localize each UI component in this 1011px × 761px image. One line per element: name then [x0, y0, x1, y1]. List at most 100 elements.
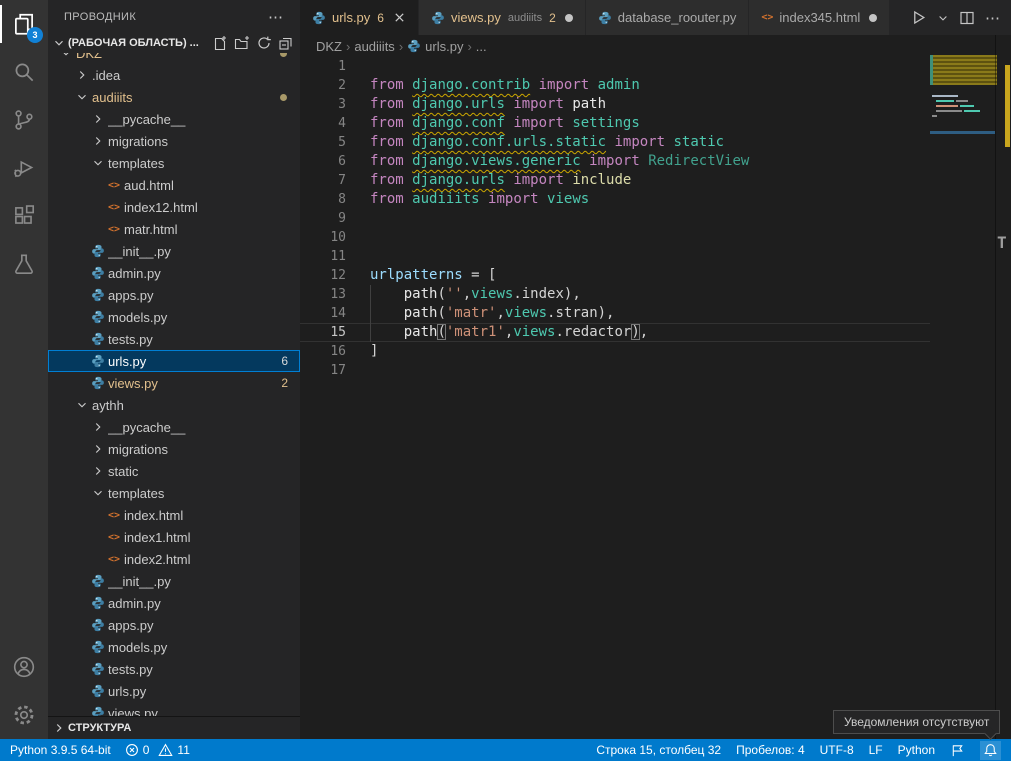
python-interpreter-item[interactable]: Python 3.9.5 64-bit [10, 743, 111, 757]
eol-item[interactable]: LF [869, 743, 883, 757]
source-control-view-button[interactable] [0, 96, 48, 144]
line-content: from django.urls import path [346, 95, 606, 114]
code-line-15[interactable]: 15 path('matr1',views.redactor), [300, 323, 930, 342]
refresh-icon[interactable] [256, 35, 272, 51]
close-icon[interactable] [393, 11, 406, 24]
code-line-17[interactable]: 17 [300, 361, 930, 380]
breadcrumb-symbol[interactable]: ... [476, 39, 487, 54]
search-view-button[interactable] [0, 48, 48, 96]
code-line-9[interactable]: 9 [300, 209, 930, 228]
line-number: 4 [300, 114, 346, 133]
tree-item-matr.html[interactable]: <>matr.html [48, 218, 300, 240]
language-mode-item[interactable]: Python [898, 743, 935, 757]
code-line-2[interactable]: 2from django.contrib import admin [300, 76, 930, 95]
tab-database_roouter.py[interactable]: database_roouter.py [586, 0, 750, 35]
code-line-1[interactable]: 1 [300, 57, 930, 76]
tree-item-views.py[interactable]: views.py2 [48, 372, 300, 394]
tree-item-admin.py[interactable]: admin.py [48, 262, 300, 284]
minimap-warning-block[interactable] [930, 55, 997, 85]
line-content: from django.conf.urls.static import stat… [346, 133, 724, 152]
tree-item-migrations[interactable]: migrations [48, 438, 300, 460]
collapse-all-icon[interactable] [278, 35, 294, 51]
code-line-5[interactable]: 5from django.conf.urls.static import sta… [300, 133, 930, 152]
code-line-11[interactable]: 11 [300, 247, 930, 266]
settings-button[interactable] [0, 691, 48, 739]
tree-item-templates[interactable]: templates [48, 152, 300, 174]
html-file-icon: <> [106, 507, 122, 523]
explorer-view-button[interactable]: 3 [0, 0, 48, 48]
tree-item-audiiits[interactable]: audiiits [48, 86, 300, 108]
tree-item-templates[interactable]: templates [48, 482, 300, 504]
tree-item-apps.py[interactable]: apps.py [48, 614, 300, 636]
code-line-10[interactable]: 10 [300, 228, 930, 247]
code-line-14[interactable]: 14 path('matr',views.stran), [300, 304, 930, 323]
code-line-4[interactable]: 4from django.conf import settings [300, 114, 930, 133]
testing-view-button[interactable] [0, 240, 48, 288]
run-dropdown-chevron-icon[interactable] [937, 12, 949, 24]
explorer-more-actions-icon[interactable]: ⋯ [268, 8, 284, 26]
tree-item-models.py[interactable]: models.py [48, 306, 300, 328]
breadcrumb-file[interactable]: urls.py [407, 39, 463, 54]
tree-item-index.html[interactable]: <>index.html [48, 504, 300, 526]
code-line-12[interactable]: 12urlpatterns = [ [300, 266, 930, 285]
tab-views.py[interactable]: views.pyaudiiits2 [419, 0, 586, 35]
tree-item-__init__.py[interactable]: __init__.py [48, 570, 300, 592]
tree-item-apps.py[interactable]: apps.py [48, 284, 300, 306]
python-file-icon [431, 11, 445, 25]
code-line-8[interactable]: 8from audiiits import views [300, 190, 930, 209]
cursor-position-item[interactable]: Строка 15, столбец 32 [596, 743, 721, 757]
split-editor-button[interactable] [959, 10, 975, 26]
tab-urls.py[interactable]: urls.py6 [300, 0, 419, 35]
tree-item-migrations[interactable]: migrations [48, 130, 300, 152]
tree-item-index1.html[interactable]: <>index1.html [48, 526, 300, 548]
notifications-bell-button[interactable] [980, 741, 1001, 760]
tree-item-DKZ[interactable]: DKZ [48, 53, 300, 64]
breadcrumb-folder[interactable]: audiiits [354, 39, 394, 54]
tab-label: views.py [451, 10, 501, 25]
breadcrumb-separator: › [399, 39, 403, 54]
minimap-line-mark [960, 105, 974, 107]
tree-item-aud.html[interactable]: <>aud.html [48, 174, 300, 196]
account-button[interactable] [0, 643, 48, 691]
tree-item-tests.py[interactable]: tests.py [48, 658, 300, 680]
tree-item-admin.py[interactable]: admin.py [48, 592, 300, 614]
tree-item-index12.html[interactable]: <>index12.html [48, 196, 300, 218]
code-line-3[interactable]: 3from django.urls import path [300, 95, 930, 114]
tree-item-__pycache__[interactable]: __pycache__ [48, 108, 300, 130]
new-folder-icon[interactable] [234, 35, 250, 51]
line-number: 13 [300, 285, 346, 304]
encoding-item[interactable]: UTF-8 [820, 743, 854, 757]
tree-item-models.py[interactable]: models.py [48, 636, 300, 658]
line-number: 11 [300, 247, 346, 266]
tree-item-index2.html[interactable]: <>index2.html [48, 548, 300, 570]
tree-item-views.py[interactable]: views.py [48, 702, 300, 717]
run-debug-view-button[interactable] [0, 144, 48, 192]
workspace-section-header[interactable]: (РАБОЧАЯ ОБЛАСТЬ) ... [48, 33, 300, 53]
tree-item-.idea[interactable]: .idea [48, 64, 300, 86]
tree-item-urls.py[interactable]: urls.py6 [48, 350, 300, 372]
tree-item-__init__.py[interactable]: __init__.py [48, 240, 300, 262]
tree-item-aythh[interactable]: aythh [48, 394, 300, 416]
code-line-6[interactable]: 6from django.views.generic import Redire… [300, 152, 930, 171]
problems-item[interactable]: 0 11 [125, 743, 190, 757]
new-file-icon[interactable] [212, 35, 228, 51]
tree-item-__pycache__[interactable]: __pycache__ [48, 416, 300, 438]
outline-section-header[interactable]: СТРУКТУРА [48, 716, 300, 739]
tree-item-static[interactable]: static [48, 460, 300, 482]
tree-item-urls.py[interactable]: urls.py [48, 680, 300, 702]
breadcrumb-folder[interactable]: DKZ [316, 39, 342, 54]
code-line-13[interactable]: 13 path('',views.index), [300, 285, 930, 304]
code-line-16[interactable]: 16] [300, 342, 930, 361]
run-python-file-button[interactable] [910, 9, 927, 26]
code-line-7[interactable]: 7from django.urls import include [300, 171, 930, 190]
tab-description: audiiits [508, 12, 542, 24]
more-actions-icon[interactable]: ⋯ [985, 9, 1001, 27]
code-editor[interactable]: 12from django.contrib import admin3from … [300, 57, 930, 380]
tree-item-label: models.py [108, 640, 300, 655]
feedback-icon[interactable] [950, 743, 965, 758]
tree-item-tests.py[interactable]: tests.py [48, 328, 300, 350]
extensions-view-button[interactable] [0, 192, 48, 240]
tree-item-label: matr.html [124, 222, 300, 237]
tab-index345.html[interactable]: <>index345.html [749, 0, 890, 35]
indentation-item[interactable]: Пробелов: 4 [736, 743, 805, 757]
